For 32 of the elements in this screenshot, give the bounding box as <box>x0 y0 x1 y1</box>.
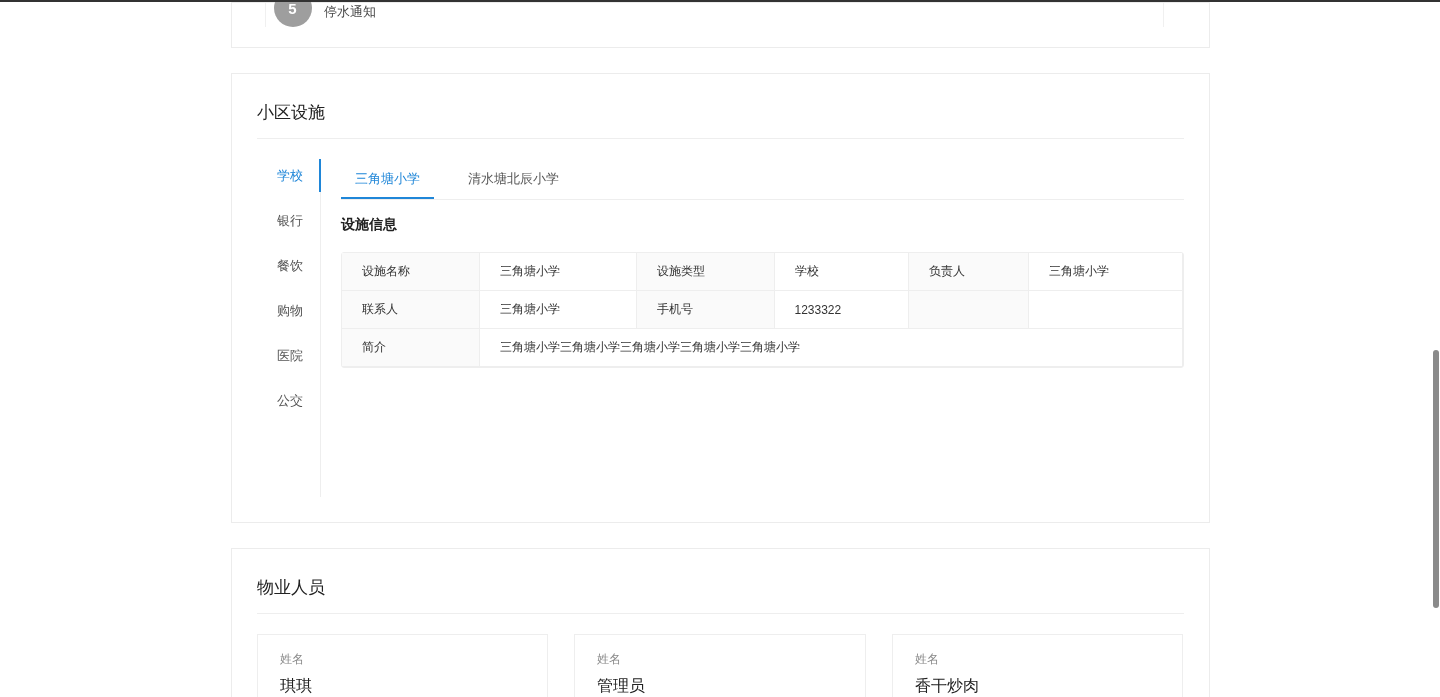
section-title: 设施信息 <box>340 215 398 234</box>
field-value: 1233322 <box>774 291 909 329</box>
step-number: 5 <box>273 2 312 27</box>
facility-tab[interactable]: 三角塘小学 <box>340 159 434 199</box>
category-tab[interactable]: 公交 <box>256 384 321 417</box>
field-label: 设施名称 <box>341 253 480 291</box>
field-value: 三角塘小学 <box>479 253 637 291</box>
field-value: 学校 <box>774 253 909 291</box>
card-title: 小区设施 <box>256 74 1184 139</box>
category-tab[interactable]: 医院 <box>256 339 321 372</box>
field-label: 设施类型 <box>636 253 775 291</box>
field-label: 简介 <box>341 329 480 367</box>
name-label: 姓名 <box>279 651 305 668</box>
field-value: 三角塘小学 <box>479 291 637 329</box>
category-tab[interactable]: 银行 <box>256 204 321 237</box>
field-value: 三角塘小学 <box>1028 253 1183 291</box>
scrollbar-thumb[interactable] <box>1433 350 1439 608</box>
staff-name: 香干炒肉 <box>914 676 980 696</box>
notice-title: 停水通知 <box>323 4 376 21</box>
card-title: 物业人员 <box>256 549 1184 614</box>
name-label: 姓名 <box>914 651 940 668</box>
staff-name: 管理员 <box>597 676 647 696</box>
category-tab[interactable]: 学校 <box>256 159 321 192</box>
field-label: 手机号 <box>636 291 775 329</box>
field-label: 联系人 <box>341 291 480 329</box>
facility-tab[interactable]: 清水塘北辰小学 <box>453 159 573 199</box>
category-tab[interactable]: 购物 <box>256 294 321 327</box>
category-tab[interactable]: 餐饮 <box>256 249 321 282</box>
field-value: 三角塘小学三角塘小学三角塘小学三角塘小学三角塘小学 <box>479 329 1183 367</box>
name-label: 姓名 <box>597 651 623 668</box>
field-label: 负责人 <box>908 253 1029 291</box>
staff-name: 琪琪 <box>279 676 313 696</box>
